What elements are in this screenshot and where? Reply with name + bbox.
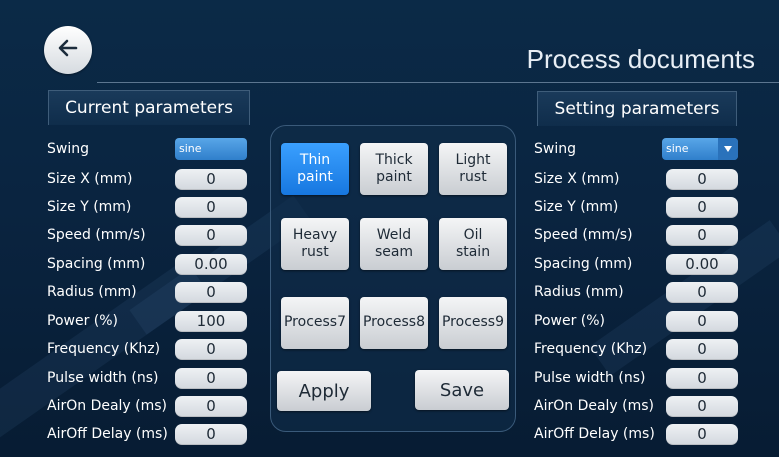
speed-label: Speed (mm/s) [534,227,633,243]
current-radius-field: 0 [175,282,247,303]
process-oil-stain-button[interactable]: Oil stain [439,218,507,270]
power-label: Power (%) [47,313,119,329]
title-divider [97,82,779,83]
current-power-field: 100 [175,311,247,332]
caret-down-icon [718,138,738,160]
swing-label: Swing [534,141,576,157]
process-7-button[interactable]: Process7 [281,297,349,349]
swing-label: Swing [47,141,89,157]
setting-air-on-delay-input[interactable]: 0 [666,396,738,417]
process-9-button[interactable]: Process9 [439,297,507,349]
speed-label: Speed (mm/s) [47,227,146,243]
air-off-delay-label: AirOff Delay (ms) [534,426,655,442]
setting-size-x-input[interactable]: 0 [666,169,738,190]
process-thin-paint-button[interactable]: Thin paint [281,143,349,195]
process-light-rust-button[interactable]: Light rust [439,143,507,195]
size-y-label: Size Y (mm) [534,199,619,215]
current-size-y-field: 0 [175,197,247,218]
save-button[interactable]: Save [415,370,509,410]
process-weld-seam-button[interactable]: Weld seam [360,218,428,270]
page-title: Process documents [526,44,755,74]
air-on-delay-label: AirOn Dealy (ms) [47,398,168,414]
current-air-off-delay-field: 0 [175,424,247,445]
process-panel: Thin paint Thick paint Light rust Heavy rust… [270,125,516,432]
process-8-button[interactable]: Process8 [360,297,428,349]
spacing-label: Spacing (mm) [47,256,146,272]
setting-swing-value: sine [666,142,689,155]
power-label: Power (%) [534,313,606,329]
current-parameters-tab: Current parameters [48,90,250,125]
apply-button[interactable]: Apply [277,371,371,411]
radius-label: Radius (mm) [534,284,624,300]
frequency-label: Frequency (Khz) [47,341,161,357]
back-button[interactable] [44,26,92,74]
frequency-label: Frequency (Khz) [534,341,648,357]
current-size-x-field: 0 [175,169,247,190]
pulse-width-label: Pulse width (ns) [47,370,159,386]
size-y-label: Size Y (mm) [47,199,132,215]
setting-air-off-delay-input[interactable]: 0 [666,424,738,445]
setting-speed-input[interactable]: 0 [666,225,738,246]
setting-power-input[interactable]: 0 [666,311,738,332]
setting-pulse-width-input[interactable]: 0 [666,368,738,389]
current-frequency-field: 0 [175,339,247,360]
air-on-delay-label: AirOn Dealy (ms) [534,398,655,414]
setting-size-y-input[interactable]: 0 [666,197,738,218]
pulse-width-label: Pulse width (ns) [534,370,646,386]
current-spacing-field: 0.00 [175,254,247,275]
setting-spacing-input[interactable]: 0.00 [666,254,738,275]
process-heavy-rust-button[interactable]: Heavy rust [281,218,349,270]
size-x-label: Size X (mm) [47,171,133,187]
current-swing-field: sine [175,138,247,160]
spacing-label: Spacing (mm) [534,256,633,272]
size-x-label: Size X (mm) [534,171,620,187]
process-thick-paint-button[interactable]: Thick paint [360,143,428,195]
current-air-on-delay-field: 0 [175,396,247,417]
air-off-delay-label: AirOff Delay (ms) [47,426,168,442]
current-speed-field: 0 [175,225,247,246]
screen: Process documents Current parameters Set… [0,0,779,457]
setting-swing-dropdown[interactable]: sine [662,138,738,160]
current-pulse-width-field: 0 [175,368,247,389]
setting-frequency-input[interactable]: 0 [666,339,738,360]
setting-radius-input[interactable]: 0 [666,282,738,303]
setting-parameters-tab: Setting parameters [537,91,737,126]
radius-label: Radius (mm) [47,284,137,300]
arrow-left-icon [56,36,80,64]
